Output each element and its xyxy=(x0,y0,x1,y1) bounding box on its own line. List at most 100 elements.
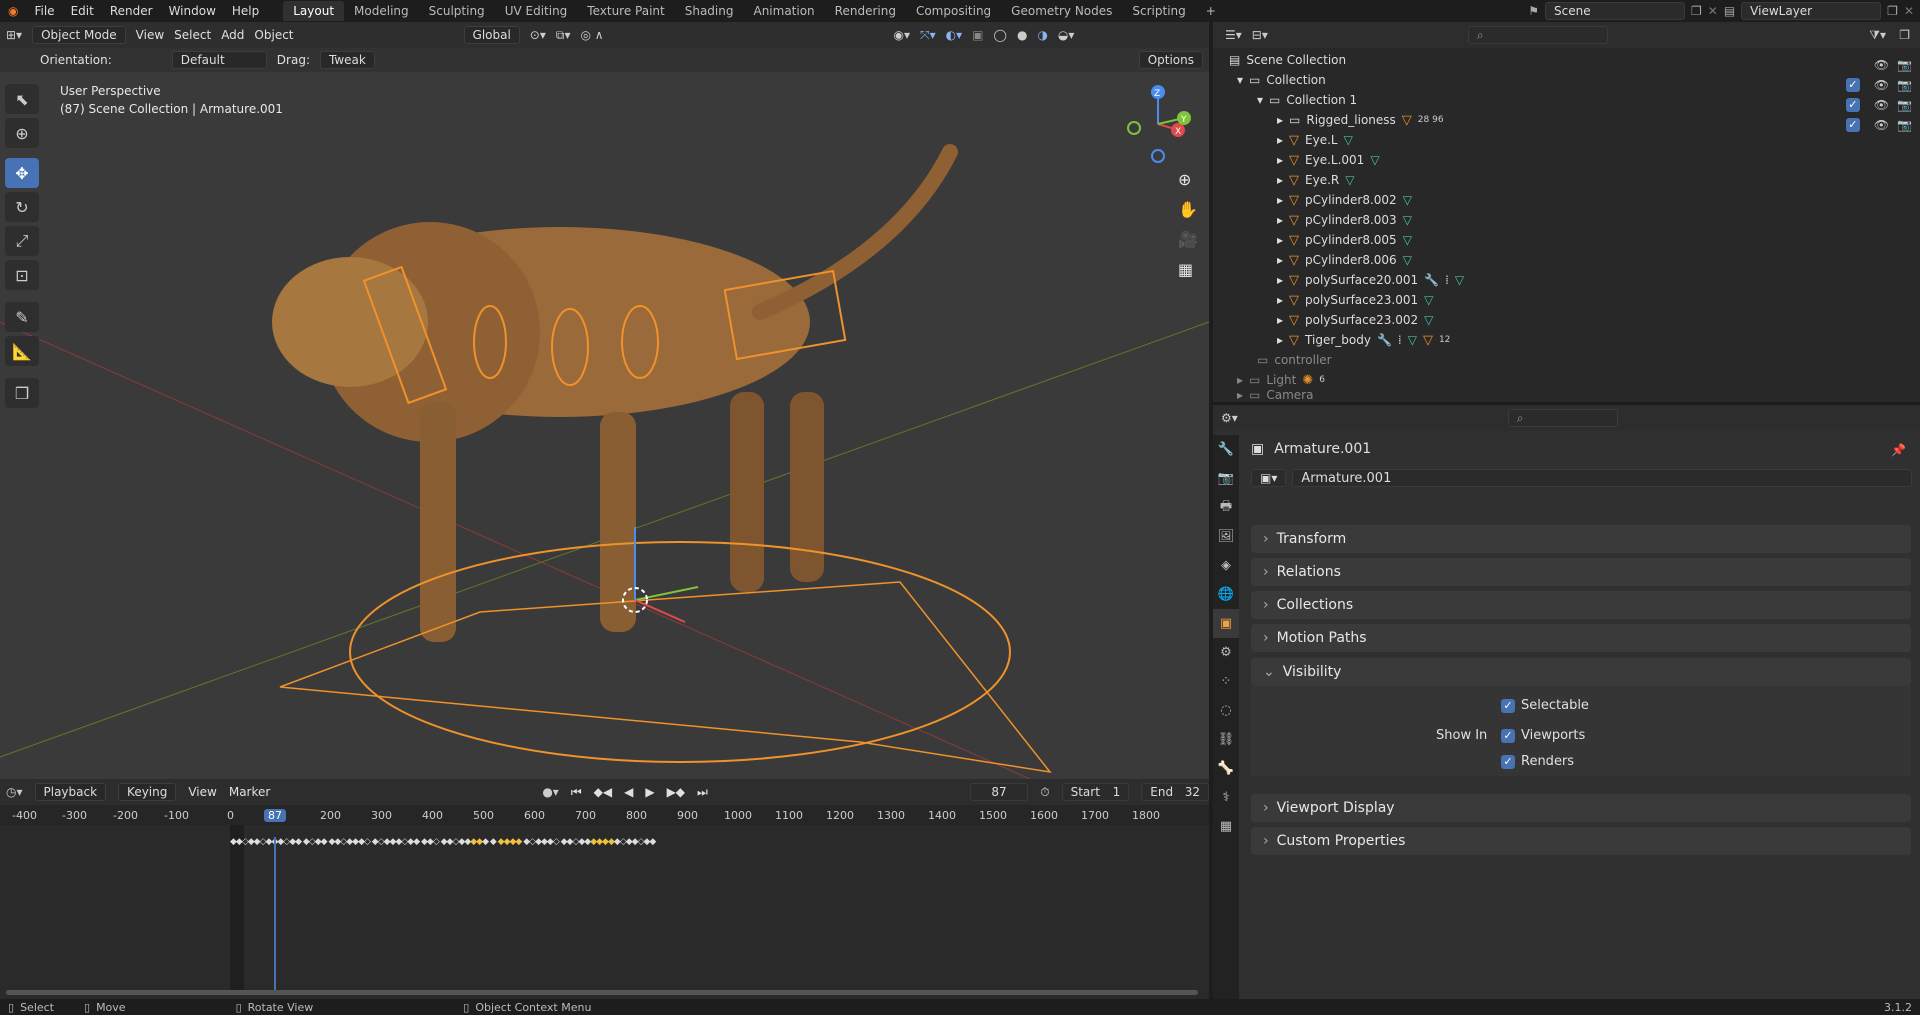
menu-render[interactable]: Render xyxy=(102,4,161,18)
viewports-checkbox[interactable]: ✓ xyxy=(1501,728,1515,743)
armature-data-tab-icon[interactable]: 🦴 xyxy=(1213,754,1239,783)
outliner-row-polysurface23-002[interactable]: ▸ ▽ polySurface23.002 ▽ xyxy=(1277,310,1433,330)
tool-tab-icon[interactable]: 🔧 xyxy=(1213,435,1239,464)
constraints-tab-icon[interactable]: ⛓ xyxy=(1213,725,1239,754)
next-keyframe-icon[interactable]: ▶◆ xyxy=(667,785,685,799)
outliner-row-eye-l-001[interactable]: ▸ ▽ Eye.L.001 ▽ xyxy=(1277,150,1380,170)
playhead-frame-badge[interactable]: 87 xyxy=(264,809,286,822)
proportional-edit-icon[interactable]: ◎ ∧ xyxy=(580,28,603,42)
tab-compositing[interactable]: Compositing xyxy=(906,1,1001,21)
visibility-dropdown-icon[interactable]: ◉▾ xyxy=(894,28,911,42)
playback-menu[interactable]: Playback xyxy=(34,783,107,801)
menu-help[interactable]: Help xyxy=(224,4,267,18)
camera-render-icon[interactable]: 📷 xyxy=(1897,78,1912,92)
tab-animation[interactable]: Animation xyxy=(743,1,824,21)
drag-dropdown[interactable]: Tweak xyxy=(319,51,375,69)
scene-field[interactable]: Scene xyxy=(1545,2,1685,20)
expand-arrow-icon[interactable]: ▸ xyxy=(1277,253,1283,267)
expand-arrow-icon[interactable]: ▸ xyxy=(1277,133,1283,147)
scale-tool-icon[interactable]: ⤢ xyxy=(5,226,39,256)
add-menu[interactable]: Add xyxy=(221,28,244,42)
output-tab-icon[interactable]: 🖶 xyxy=(1213,493,1239,522)
keyframe-strip[interactable]: ◆◆◇◆◆◇◆◆◆◇◆◆ ◆◇◆◆ ◆◆◇◆◆◆◇ ◆◇◆◆◆◇◆◆ ◆◆◇ ◆… xyxy=(230,837,656,847)
copy-scene-icon[interactable]: ❐ xyxy=(1691,4,1702,18)
zoom-icon[interactable]: ⊕ xyxy=(1178,170,1191,189)
wireframe-shading-icon[interactable]: ◯ xyxy=(994,28,1007,42)
display-mode-icon[interactable]: ⊟▾ xyxy=(1252,28,1268,42)
panel-motion-paths[interactable]: › Motion Paths xyxy=(1251,624,1911,652)
tab-scripting[interactable]: Scripting xyxy=(1122,1,1195,21)
object-name-field[interactable]: Armature.001 xyxy=(1292,469,1913,487)
outliner-row-collection-1[interactable]: ▾ ▭ Collection 1 xyxy=(1257,90,1357,110)
outliner-row-light[interactable]: ▸ ▭ Light ✺ 6 xyxy=(1237,370,1325,390)
panel-custom-properties[interactable]: › Custom Properties xyxy=(1251,827,1911,855)
expand-arrow-icon[interactable]: ▸ xyxy=(1237,388,1243,402)
expand-arrow-icon[interactable]: ▸ xyxy=(1277,173,1283,187)
viewports-checkbox-row[interactable]: ✓ Viewports xyxy=(1501,728,1585,743)
panel-relations[interactable]: › Relations xyxy=(1251,558,1911,586)
eye-icon[interactable]: 👁 xyxy=(1874,98,1889,112)
blender-logo-icon[interactable]: ◉ xyxy=(0,4,26,18)
outliner-row-tiger-body[interactable]: ▸ ▽ Tiger_body 🔧 ⁞ ▽ ▽ 12 xyxy=(1277,330,1450,350)
start-frame-field[interactable]: Start 1 xyxy=(1061,783,1130,801)
outliner-editor-type-icon[interactable]: ☰▾ xyxy=(1225,28,1242,42)
expand-arrow-icon[interactable]: ▸ xyxy=(1277,273,1283,287)
end-frame-field[interactable]: End 32 xyxy=(1141,783,1209,801)
outliner-row-eye-l[interactable]: ▸ ▽ Eye.L ▽ xyxy=(1277,130,1353,150)
outliner-row-collection[interactable]: ▾ ▭ Collection xyxy=(1237,70,1326,90)
rendered-shading-icon[interactable]: ◒▾ xyxy=(1058,28,1075,42)
tab-rendering[interactable]: Rendering xyxy=(825,1,906,21)
timeline-scrollbar[interactable] xyxy=(6,990,1198,995)
viewlayer-field[interactable]: ViewLayer xyxy=(1741,2,1882,20)
object-tab-icon[interactable]: ▣ xyxy=(1213,609,1239,638)
collapse-arrow-icon[interactable]: ▾ xyxy=(1237,73,1243,87)
tab-geometry-nodes[interactable]: Geometry Nodes xyxy=(1001,1,1122,21)
select-menu[interactable]: Select xyxy=(174,28,211,42)
mode-dropdown[interactable]: Object Mode xyxy=(32,26,126,44)
outliner-row-camera[interactable]: ▸ ▭ Camera xyxy=(1237,388,1313,402)
properties-editor[interactable]: ⚙▾ ⌕ 🔧 📷 🖶 🖼 ◈ 🌐 ▣ ⚙ ⁘ ◌ ⛓ 🦴 ⚕ ▦ ▣ Armat… xyxy=(1213,405,1920,999)
camera-render-icon[interactable]: 📷 xyxy=(1897,98,1912,112)
data-type-dropdown[interactable]: ▣▾ xyxy=(1251,469,1287,487)
solid-shading-icon[interactable]: ● xyxy=(1017,28,1027,42)
close-scene-icon[interactable]: ✕ xyxy=(1708,4,1718,18)
close-viewlayer-icon[interactable]: ✕ xyxy=(1904,4,1914,18)
timeline-editor-type-icon[interactable]: ◷▾ xyxy=(6,785,23,799)
expand-arrow-icon[interactable]: ▸ xyxy=(1277,293,1283,307)
scene-tab-icon[interactable]: ◈ xyxy=(1213,551,1239,580)
collapse-arrow-icon[interactable]: ▾ xyxy=(1257,93,1263,107)
frame-ruler[interactable]: -400 -300 -200 -100 0 87 200 300 400 500… xyxy=(0,805,1209,825)
panel-visibility[interactable]: ⌄ Visibility xyxy=(1251,658,1911,686)
camera-render-icon[interactable]: 📷 xyxy=(1897,118,1912,132)
outliner-row-scene-collection[interactable]: ▤ Scene Collection xyxy=(1229,50,1346,70)
eye-icon[interactable]: 👁 xyxy=(1874,78,1889,92)
navigation-gizmo[interactable]: Z X Y xyxy=(1118,84,1198,164)
prev-keyframe-icon[interactable]: ◆◀ xyxy=(594,785,612,799)
camera-view-icon[interactable]: 🎥 xyxy=(1178,230,1198,249)
pivot-icon[interactable]: ⊙▾ xyxy=(530,28,546,42)
annotate-tool-icon[interactable]: ✎ xyxy=(5,302,39,332)
exclude-checkbox[interactable]: ✓ xyxy=(1845,98,1860,112)
timeline-view-menu[interactable]: View xyxy=(188,785,216,799)
outliner-row-rigged-lioness[interactable]: ▸ ▭ Rigged_lioness ▽ 28 96 xyxy=(1277,110,1444,130)
render-tab-icon[interactable]: 📷 xyxy=(1213,464,1239,493)
expand-arrow-icon[interactable]: ▸ xyxy=(1237,373,1243,387)
tab-sculpting[interactable]: Sculpting xyxy=(419,1,495,21)
tab-texture-paint[interactable]: Texture Paint xyxy=(577,1,674,21)
outliner-row-pcylinder8-002[interactable]: ▸ ▽ pCylinder8.002 ▽ xyxy=(1277,190,1412,210)
copy-viewlayer-icon[interactable]: ❐ xyxy=(1887,4,1898,18)
panel-transform[interactable]: › Transform xyxy=(1251,525,1911,553)
properties-search-input[interactable]: ⌕ xyxy=(1507,409,1618,427)
expand-arrow-icon[interactable]: ▸ xyxy=(1277,213,1283,227)
particles-tab-icon[interactable]: ⁘ xyxy=(1213,667,1239,696)
select-tool-icon[interactable]: ⬉ xyxy=(5,84,39,114)
jump-start-icon[interactable]: ⏮ xyxy=(571,785,582,800)
marker-menu[interactable]: Marker xyxy=(229,785,270,799)
cursor-tool-icon[interactable]: ⊕ xyxy=(5,118,39,148)
expand-arrow-icon[interactable]: ▸ xyxy=(1277,313,1283,327)
eye-icon[interactable]: 👁 xyxy=(1874,58,1889,72)
play-reverse-icon[interactable]: ◀ xyxy=(624,785,633,799)
rotate-tool-icon[interactable]: ↻ xyxy=(5,192,39,222)
world-tab-icon[interactable]: 🌐 xyxy=(1213,580,1239,609)
playhead-line[interactable] xyxy=(274,837,276,993)
